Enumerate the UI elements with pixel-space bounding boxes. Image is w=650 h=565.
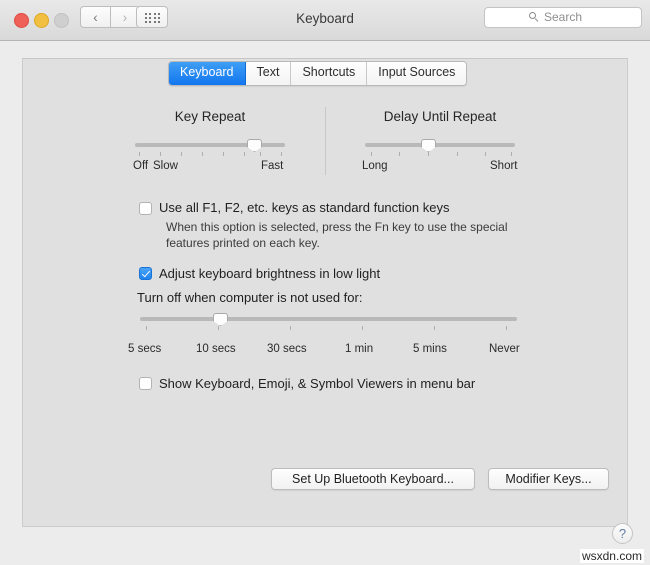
search-input[interactable]: Search — [484, 7, 642, 28]
tab-text[interactable]: Text — [245, 62, 292, 85]
timeout-tick — [506, 326, 507, 330]
brightness-label: Adjust keyboard brightness in low light — [159, 266, 381, 281]
timeout-option-label: 5 mins — [413, 343, 447, 355]
title-bar: ‹ › Keyboard Search — [0, 0, 650, 41]
key-repeat-tick — [181, 152, 182, 156]
help-button[interactable]: ? — [612, 523, 633, 544]
delay-tick — [457, 152, 458, 156]
delay-until-repeat-title: Delay Until Repeat — [383, 109, 497, 124]
timeout-option-label: Never — [489, 343, 520, 355]
tab-keyboard[interactable]: Keyboard — [169, 62, 246, 85]
timeout-tick — [434, 326, 435, 330]
search-placeholder: Search — [544, 10, 583, 24]
function-keys-label: Use all F1, F2, etc. keys as standard fu… — [159, 200, 450, 215]
key-repeat-tick — [281, 152, 282, 156]
function-keys-description: When this option is selected, press the … — [166, 220, 508, 250]
key-repeat-tick — [139, 152, 140, 156]
function-keys-checkbox[interactable] — [139, 202, 152, 215]
key-repeat-label-slow: Slow — [153, 160, 178, 172]
delay-tick — [428, 152, 429, 156]
viewers-label: Show Keyboard, Emoji, & Symbol Viewers i… — [159, 376, 476, 391]
slider-divider — [325, 107, 326, 175]
delay-label-long: Long — [362, 160, 388, 172]
delay-tick — [399, 152, 400, 156]
timeout-tick — [146, 326, 147, 330]
key-repeat-label-off: Off — [133, 160, 149, 172]
keyboard-preferences-window: ‹ › Keyboard Search Keyboard Text Shortc… — [0, 0, 650, 565]
key-repeat-tick — [260, 152, 261, 156]
key-repeat-slider[interactable] — [135, 143, 285, 147]
watermark: wsxdn.com — [579, 549, 644, 563]
tab-input-sources[interactable]: Input Sources — [367, 62, 467, 85]
timeout-tick — [290, 326, 291, 330]
key-repeat-tick — [244, 152, 245, 156]
timeout-label: Turn off when computer is not used for: — [137, 290, 363, 305]
timeout-tick — [218, 326, 219, 330]
key-repeat-tick — [202, 152, 203, 156]
search-icon — [529, 12, 540, 23]
modifier-keys-button[interactable]: Modifier Keys... — [488, 468, 609, 490]
timeout-option-label: 5 secs — [128, 343, 162, 355]
delay-until-repeat-slider[interactable] — [365, 143, 515, 147]
key-repeat-tick — [223, 152, 224, 156]
timeout-tick — [362, 326, 363, 330]
key-repeat-title: Key Repeat — [174, 109, 246, 124]
timeout-option-label: 1 min — [345, 343, 374, 355]
viewers-checkbox[interactable] — [139, 377, 152, 390]
brightness-checkbox[interactable] — [139, 267, 152, 280]
delay-tick — [485, 152, 486, 156]
delay-tick — [511, 152, 512, 156]
key-repeat-tick — [160, 152, 161, 156]
tab-shortcuts[interactable]: Shortcuts — [291, 62, 368, 85]
delay-label-short: Short — [490, 160, 518, 172]
timeout-option-label: 10 secs — [196, 343, 236, 355]
timeout-slider[interactable] — [140, 317, 517, 321]
setup-bluetooth-keyboard-button[interactable]: Set Up Bluetooth Keyboard... — [271, 468, 475, 490]
tab-bar: Keyboard Text Shortcuts Input Sources — [168, 61, 468, 86]
key-repeat-label-fast: Fast — [261, 160, 284, 172]
timeout-option-label: 30 secs — [267, 343, 307, 355]
delay-tick — [371, 152, 372, 156]
